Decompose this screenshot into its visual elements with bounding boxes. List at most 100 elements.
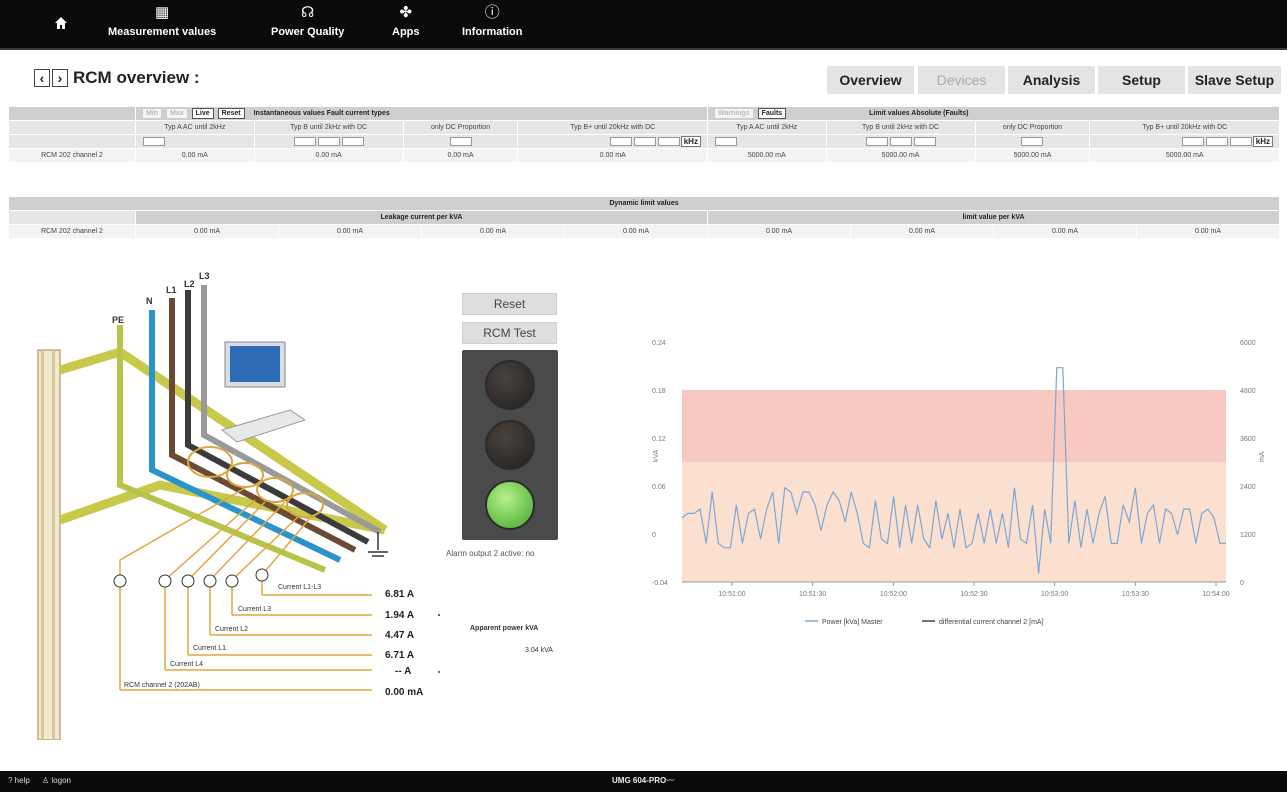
apparent-power-label: Apparent power kVA <box>470 625 539 632</box>
forward-button[interactable]: › <box>52 69 68 87</box>
nav-power-quality[interactable]: ☊ Power Quality <box>271 4 344 38</box>
nav-measurement-values[interactable]: ▦ Measurement values <box>108 4 216 38</box>
y-left-tick-label: 0.18 <box>652 388 666 395</box>
reading-current-l4: -- A <box>395 666 412 677</box>
pulse-icon <box>633 137 656 146</box>
reading-current-l1-l3: 6.81 A <box>385 589 415 600</box>
bottom-status-bar: ? help ♙ logon UMG 604-PRO〰 <box>0 771 1287 792</box>
value-cell: 0.00 mA <box>135 148 255 163</box>
wire-label-n: N <box>146 296 153 306</box>
ammeter-icon <box>181 574 195 588</box>
col-typ-a: Typ A AC until 2kHz <box>135 120 255 135</box>
rcm-test-button[interactable]: RCM Test <box>462 322 557 344</box>
col-typ-bplus: Typ B+ until 20kHz with DC <box>517 120 708 135</box>
nav-information[interactable]: ⓘ Information <box>462 4 523 38</box>
legend-label-diff: differential current channel 2 [mA] <box>939 619 1044 626</box>
tab-analysis[interactable]: Analysis <box>1008 66 1095 94</box>
limit-cell: 5000.00 mA <box>974 148 1091 163</box>
reset-values-button[interactable]: Reset <box>217 108 245 119</box>
y-left-tick-label: -0.04 <box>652 580 668 587</box>
col-typ-b: Typ B until 2kHz with DC <box>253 120 404 135</box>
nav-apps[interactable]: ✤ Apps <box>392 4 420 38</box>
y-left-axis-label: kVA <box>653 449 660 462</box>
help-icon: ? <box>8 776 13 785</box>
rcm-meter-icon <box>113 574 127 588</box>
y-right-tick-label: 4800 <box>1240 388 1256 395</box>
limit-per-kva-header: limit value per kVA <box>707 210 1280 225</box>
back-button[interactable]: ‹ <box>34 69 50 87</box>
max-button[interactable]: Max <box>166 108 188 119</box>
ammeter-icon <box>225 574 239 588</box>
current-label: Current L1-L3 <box>278 584 322 591</box>
dc-icon <box>1229 137 1252 146</box>
wave-icon <box>865 137 888 146</box>
dynamic-limit-title: Dynamic limit values <box>8 196 1280 211</box>
ammeter-icon <box>158 574 172 588</box>
pulse-logo-icon: 〰 <box>666 776 675 785</box>
value-cell: 0.00 mA <box>850 224 994 239</box>
value-cell: 0.00 mA <box>278 224 422 239</box>
tab-overview[interactable]: Overview <box>827 66 914 94</box>
reading-rcm-channel: 0.00 mA <box>385 687 424 698</box>
bracket <box>437 614 440 673</box>
ammeter-icon <box>255 568 269 582</box>
row-label: RCM 202 channel 2 <box>8 224 136 239</box>
reading-current-l1: 6.71 A <box>385 650 415 661</box>
dc-line-icon <box>1021 137 1044 146</box>
leakage-header: Leakage current per kVA <box>135 210 708 225</box>
y-right-axis-label: mA <box>1259 451 1266 462</box>
value-cell: 0.00 mA <box>421 224 565 239</box>
ac-wave-icon <box>143 137 165 146</box>
limit-cell: 5000.00 mA <box>825 148 976 163</box>
value-cell: 0.00 mA <box>564 224 708 239</box>
value-cell: 0.00 mA <box>1136 224 1280 239</box>
live-button[interactable]: Live <box>191 108 214 119</box>
apps-icon: ✤ <box>399 4 413 21</box>
busbar-stripe <box>41 350 44 740</box>
tab-slave-setup[interactable]: Slave Setup <box>1188 66 1281 94</box>
help-link[interactable]: ? help <box>8 776 30 785</box>
green-lamp <box>485 480 535 530</box>
faults-button[interactable]: Faults <box>757 108 787 119</box>
ammeter-icon <box>203 574 217 588</box>
min-button[interactable]: Min <box>142 108 163 119</box>
logon-link[interactable]: ♙ logon <box>42 776 71 785</box>
alarm-status: Alarm output 2 active: no <box>446 549 535 558</box>
traffic-light <box>462 350 558 540</box>
y-right-tick-label: 3600 <box>1240 436 1256 443</box>
busbar-stripe <box>52 350 55 740</box>
dc-icon <box>913 137 936 146</box>
value-cell: 0.00 mA <box>402 148 519 163</box>
home-icon[interactable] <box>54 16 68 30</box>
grid-icon: ▦ <box>155 4 170 21</box>
reset-button[interactable]: Reset <box>462 293 557 315</box>
x-tick-label: 10:52:00 <box>880 591 907 598</box>
dynamic-limit-table: Dynamic limit values Leakage current per… <box>8 196 1280 239</box>
value-cell: 0.00 mA <box>135 224 279 239</box>
y-left-tick-label: 0.12 <box>652 436 666 443</box>
col-limit-typ-bplus: Typ B+ until 20kHz with DC <box>1089 120 1280 135</box>
red-lamp <box>485 360 535 410</box>
tab-setup[interactable]: Setup <box>1098 66 1185 94</box>
instantaneous-values-table: Min Max Live Reset Instantaneous values … <box>8 106 1281 163</box>
x-tick-label: 10:54:00 <box>1202 591 1229 598</box>
computer-screen <box>230 346 280 382</box>
khz-unit: kHz <box>1252 136 1273 147</box>
col-dc: only DC Proportion <box>402 120 519 135</box>
y-left-tick-label: 0.24 <box>652 340 666 347</box>
pulse-icon <box>1205 137 1228 146</box>
limit-cell: 5000.00 mA <box>706 148 827 163</box>
limit-values-title: Limit values Absolute (Faults) <box>869 110 969 117</box>
current-label: Current L1 <box>193 645 227 652</box>
tab-devices[interactable]: Devices <box>918 66 1005 94</box>
ground-icon <box>368 532 388 557</box>
value-cell: 0.00 mA <box>253 148 404 163</box>
legend-label-power: Power [kVa] Master <box>822 619 883 626</box>
wave-icon <box>609 137 632 146</box>
value-cell: 0.00 mA <box>993 224 1137 239</box>
keyboard-icon <box>220 409 307 443</box>
ac-wave-icon <box>714 137 737 146</box>
x-tick-label: 10:53:30 <box>1122 591 1149 598</box>
warnings-button[interactable]: Warnings <box>713 108 754 119</box>
power-chart: 0.24 0.18 0.12 0.06 0 -0.04 6000 4800 3600 2400 12… <box>652 340 1266 626</box>
